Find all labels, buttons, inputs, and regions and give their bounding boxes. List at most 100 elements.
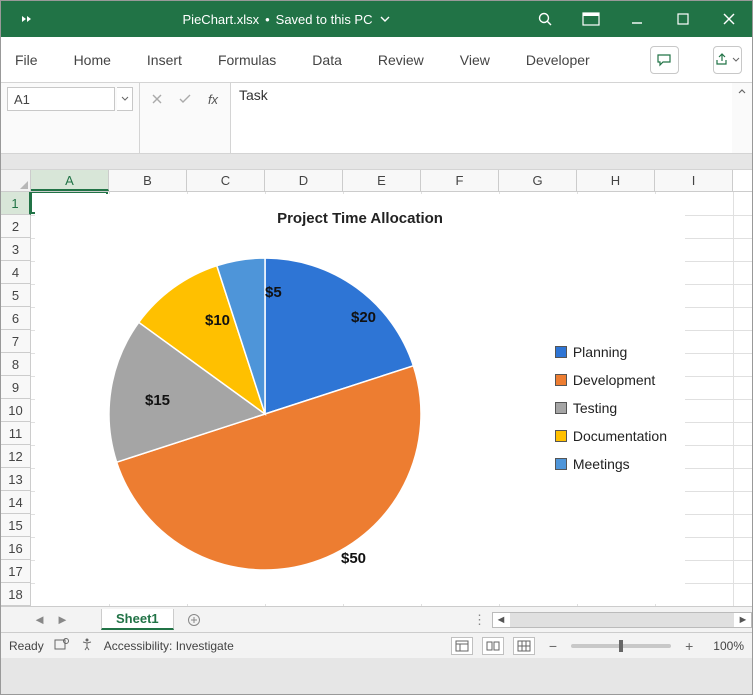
tab-view[interactable]: View (456, 46, 494, 74)
legend-swatch (555, 346, 567, 358)
column-header-A[interactable]: A (31, 170, 109, 191)
row-header-15[interactable]: 15 (1, 514, 31, 537)
column-header-B[interactable]: B (109, 170, 187, 191)
quick-access-more-button[interactable] (6, 1, 46, 37)
scroll-left-arrow[interactable]: ◄ (493, 614, 509, 626)
scroll-thumb[interactable] (510, 613, 734, 627)
legend-item-testing: Testing (555, 400, 667, 416)
column-headers: ABCDEFGHI (1, 170, 752, 192)
tab-developer[interactable]: Developer (522, 46, 594, 74)
row-header-9[interactable]: 9 (1, 376, 31, 399)
pie-label-meetings: $5 (265, 284, 282, 301)
cancel-formula-button[interactable] (144, 87, 170, 111)
legend-item-planning: Planning (555, 344, 667, 360)
maximize-button[interactable] (660, 1, 706, 37)
legend-label: Meetings (573, 456, 630, 472)
row-header-13[interactable]: 13 (1, 468, 31, 491)
formula-bar: fx Task (1, 83, 752, 154)
sheet-tab-bar: ◄ ► Sheet1 ⋮ ◄ ► (1, 606, 752, 632)
tab-file[interactable]: File (11, 46, 42, 74)
pie-label-development: $50 (341, 550, 366, 567)
minimize-button[interactable] (614, 1, 660, 37)
tab-data[interactable]: Data (308, 46, 346, 74)
legend-swatch (555, 430, 567, 442)
row-header-12[interactable]: 12 (1, 445, 31, 468)
legend-label: Documentation (573, 428, 667, 444)
column-header-C[interactable]: C (187, 170, 265, 191)
chart-title: Project Time Allocation (35, 194, 685, 227)
name-box[interactable] (7, 87, 115, 111)
legend-item-development: Development (555, 372, 667, 388)
formula-input[interactable]: Task (231, 83, 732, 153)
ribbon-display-button[interactable] (568, 1, 614, 37)
view-page-break-button[interactable] (513, 637, 535, 655)
zoom-slider[interactable] (571, 644, 671, 648)
pie-plot-area (105, 254, 425, 574)
chevron-down-icon[interactable] (380, 12, 390, 27)
cells-area[interactable]: Project Time Allocation $20 $50 $15 $10 $5 P… (31, 192, 752, 606)
comments-button[interactable] (650, 46, 679, 74)
row-header-11[interactable]: 11 (1, 422, 31, 445)
close-button[interactable] (706, 1, 752, 37)
row-headers: 123456789101112131415161718 (1, 192, 31, 606)
column-header-H[interactable]: H (577, 170, 655, 191)
accessibility-icon[interactable] (80, 637, 94, 654)
tab-insert[interactable]: Insert (143, 46, 186, 74)
tab-review[interactable]: Review (374, 46, 428, 74)
sheet-nav-prev[interactable]: ◄ (33, 612, 46, 627)
accessibility-status[interactable]: Accessibility: Investigate (104, 639, 234, 653)
legend-item-documentation: Documentation (555, 428, 667, 444)
row-header-4[interactable]: 4 (1, 261, 31, 284)
pie-label-planning: $20 (351, 309, 376, 326)
pie-label-documentation: $10 (205, 312, 230, 329)
column-header-I[interactable]: I (655, 170, 733, 191)
row-header-16[interactable]: 16 (1, 537, 31, 560)
row-header-6[interactable]: 6 (1, 307, 31, 330)
legend-swatch (555, 374, 567, 386)
macro-record-icon[interactable] (54, 637, 70, 654)
select-all-triangle[interactable] (1, 170, 31, 191)
view-normal-button[interactable] (451, 637, 473, 655)
zoom-in-button[interactable]: + (681, 638, 697, 654)
zoom-out-button[interactable]: − (545, 638, 561, 654)
column-header-D[interactable]: D (265, 170, 343, 191)
zoom-level[interactable]: 100% (713, 639, 744, 653)
row-header-10[interactable]: 10 (1, 399, 31, 422)
gray-strip (1, 154, 752, 170)
column-header-E[interactable]: E (343, 170, 421, 191)
tab-home[interactable]: Home (70, 46, 115, 74)
row-header-2[interactable]: 2 (1, 215, 31, 238)
row-header-8[interactable]: 8 (1, 353, 31, 376)
horizontal-scrollbar[interactable]: ◄ ► (492, 612, 752, 628)
column-header-G[interactable]: G (499, 170, 577, 191)
status-bar: Ready Accessibility: Investigate − + 100… (1, 632, 752, 658)
ribbon-tabs: File Home Insert Formulas Data Review Vi… (1, 37, 752, 83)
title-bar: PieChart.xlsx • Saved to this PC (1, 1, 752, 37)
row-header-17[interactable]: 17 (1, 560, 31, 583)
sheet-bar-resize-handle[interactable]: ⋮ (473, 612, 488, 628)
row-header-3[interactable]: 3 (1, 238, 31, 261)
row-header-14[interactable]: 14 (1, 491, 31, 514)
row-header-18[interactable]: 18 (1, 583, 31, 606)
save-status[interactable]: Saved to this PC (276, 12, 373, 27)
view-page-layout-button[interactable] (482, 637, 504, 655)
row-header-5[interactable]: 5 (1, 284, 31, 307)
name-box-dropdown[interactable] (117, 87, 133, 111)
legend-label: Testing (573, 400, 617, 416)
pie-label-testing: $15 (145, 392, 170, 409)
row-header-7[interactable]: 7 (1, 330, 31, 353)
row-header-1[interactable]: 1 (1, 192, 31, 215)
insert-function-button[interactable]: fx (200, 87, 226, 111)
grid-body: 123456789101112131415161718 Project Time… (1, 192, 752, 606)
share-button[interactable] (713, 46, 742, 74)
new-sheet-button[interactable] (180, 610, 208, 630)
scroll-right-arrow[interactable]: ► (735, 614, 751, 626)
column-header-F[interactable]: F (421, 170, 499, 191)
formula-bar-expand[interactable] (732, 83, 752, 153)
enter-formula-button[interactable] (172, 87, 198, 111)
tab-formulas[interactable]: Formulas (214, 46, 280, 74)
sheet-tab-active[interactable]: Sheet1 (101, 609, 174, 630)
sheet-nav-next[interactable]: ► (56, 612, 69, 627)
search-button[interactable] (522, 1, 568, 37)
embedded-chart[interactable]: Project Time Allocation $20 $50 $15 $10 $5 P… (35, 194, 685, 604)
